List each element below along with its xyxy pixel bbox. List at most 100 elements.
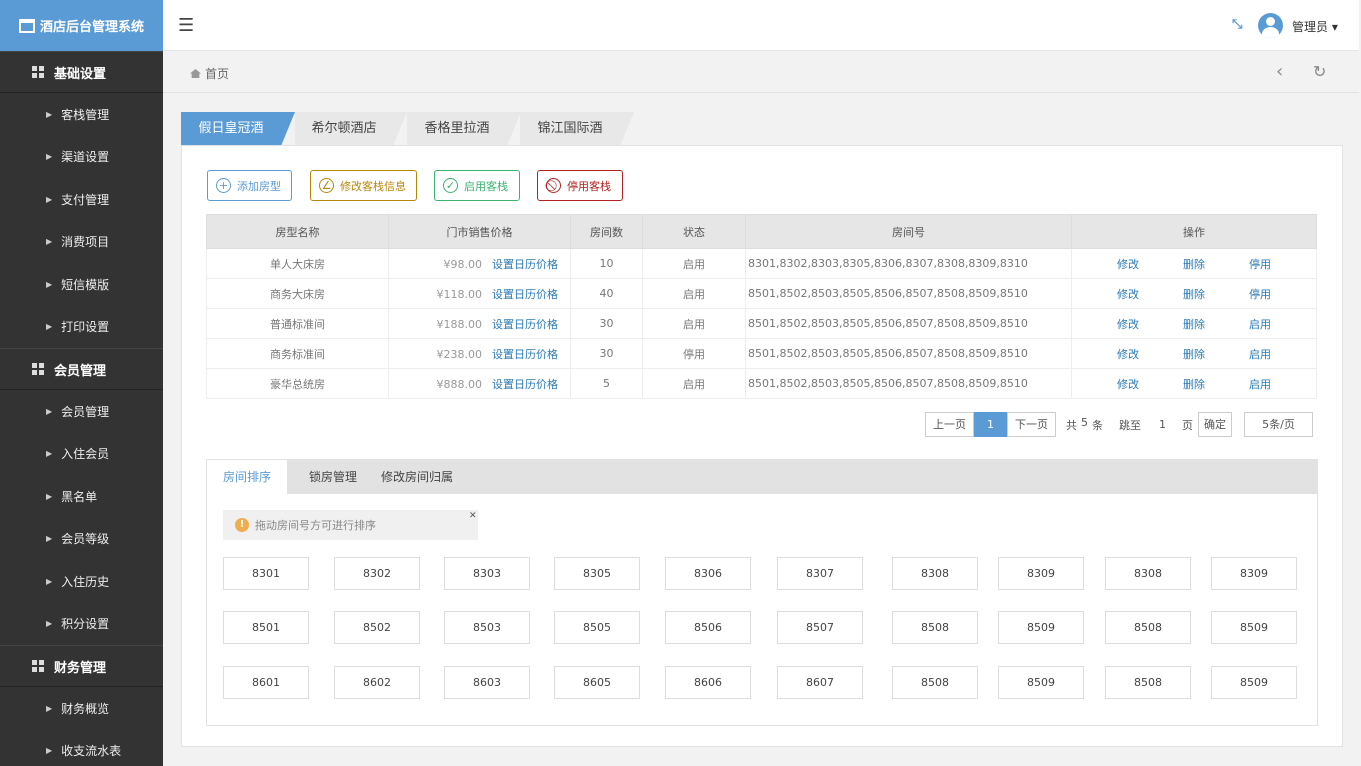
sidebar-item[interactable]: ▶ 渠道设置 bbox=[0, 136, 163, 179]
room-cell[interactable]: 8509 bbox=[1211, 611, 1297, 644]
row-action-link[interactable]: 修改 bbox=[1117, 318, 1139, 331]
row-action-link[interactable]: 停用 bbox=[1249, 288, 1271, 301]
avatar[interactable] bbox=[1258, 13, 1283, 38]
room-cell[interactable]: 8508 bbox=[892, 666, 978, 699]
row-action-link[interactable]: 修改 bbox=[1117, 378, 1139, 391]
row-action-link[interactable]: 修改 bbox=[1117, 288, 1139, 301]
caret-right-icon: ▶ bbox=[46, 746, 53, 756]
room-cell[interactable]: 8505 bbox=[554, 611, 640, 644]
room-cell[interactable]: 8606 bbox=[665, 666, 751, 699]
row-action-link[interactable]: 删除 bbox=[1183, 378, 1205, 391]
tab-hotel[interactable]: 锦江国际酒店 bbox=[520, 112, 634, 170]
sidebar-item[interactable]: ▶ 客栈管理 bbox=[0, 93, 163, 136]
fullscreen-icon[interactable]: ⤡ bbox=[1232, 17, 1242, 32]
room-cell[interactable]: 8607 bbox=[777, 666, 863, 699]
room-cell[interactable]: 8605 bbox=[554, 666, 640, 699]
sidebar-item[interactable]: ▶ 会员管理 bbox=[0, 390, 163, 433]
room-cell[interactable]: 8508 bbox=[1105, 611, 1191, 644]
room-cell[interactable]: 8508 bbox=[892, 611, 978, 644]
sidebar-section[interactable]: 财务管理 bbox=[0, 645, 163, 687]
tab-hotel[interactable]: 假日皇冠酒店 bbox=[181, 112, 295, 170]
room-cell[interactable]: 8301 bbox=[223, 557, 309, 590]
breadcrumb[interactable]: 首页 bbox=[190, 65, 229, 82]
action-button[interactable]: ∠ 修改客栈信息 bbox=[310, 170, 417, 201]
tab-hotel[interactable]: 希尔顿酒店 bbox=[295, 112, 407, 146]
sidebar-item[interactable]: ▶ 会员等级 bbox=[0, 518, 163, 561]
room-cell[interactable]: 8509 bbox=[998, 666, 1084, 699]
sidebar-section[interactable]: 基础设置 bbox=[0, 51, 163, 93]
back-icon[interactable]: ‹ bbox=[1276, 61, 1283, 82]
room-cell[interactable]: 8602 bbox=[334, 666, 420, 699]
sidebar-item[interactable]: ▶ 积分设置 bbox=[0, 603, 163, 646]
room-cell[interactable]: 8601 bbox=[223, 666, 309, 699]
room-cell[interactable]: 8308 bbox=[1105, 557, 1191, 590]
operations-cell: 修改 删除 停用 bbox=[1071, 278, 1317, 309]
room-cell[interactable]: 8507 bbox=[777, 611, 863, 644]
row-action-link[interactable]: 删除 bbox=[1183, 258, 1205, 271]
tab-room-tool[interactable]: 修改房间归属 bbox=[365, 460, 469, 494]
room-cell[interactable]: 8506 bbox=[665, 611, 751, 644]
room-numbers: 8501,8502,8503,8505,8506,8507,8508,8509,… bbox=[745, 338, 1072, 369]
row-action-link[interactable]: 删除 bbox=[1183, 348, 1205, 361]
room-cell[interactable]: 8306 bbox=[665, 557, 751, 590]
room-cell[interactable]: 8509 bbox=[1211, 666, 1297, 699]
action-button-label: 启用客栈 bbox=[464, 179, 508, 193]
sidebar-section[interactable]: 会员管理 bbox=[0, 348, 163, 390]
row-action-link[interactable]: 停用 bbox=[1249, 258, 1271, 271]
sidebar-item[interactable]: ▶ 打印设置 bbox=[0, 306, 163, 349]
set-calendar-price-link[interactable]: 设置日历价格 bbox=[492, 258, 558, 271]
room-cell[interactable]: 8509 bbox=[998, 611, 1084, 644]
jump-page-input[interactable]: 1 bbox=[1159, 418, 1166, 431]
sidebar-item[interactable]: ▶ 黑名单 bbox=[0, 475, 163, 518]
user-menu[interactable]: 管理员 ▾ bbox=[1292, 18, 1338, 35]
confirm-jump-button[interactable]: 确定 bbox=[1198, 412, 1232, 437]
sidebar-item[interactable]: ▶ 财务概览 bbox=[0, 687, 163, 730]
room-cell[interactable]: 8302 bbox=[334, 557, 420, 590]
tab-hotel[interactable]: 香格里拉酒店 bbox=[407, 112, 521, 170]
page-size-select[interactable]: 5条/页 bbox=[1244, 412, 1313, 437]
room-cell[interactable]: 8501 bbox=[223, 611, 309, 644]
sidebar-item[interactable]: ▶ 短信模版 bbox=[0, 263, 163, 306]
action-button[interactable]: ⃠ 停用客栈 bbox=[537, 170, 623, 201]
room-cell[interactable]: 8502 bbox=[334, 611, 420, 644]
action-button[interactable]: + 添加房型 bbox=[207, 170, 292, 201]
row-action-link[interactable]: 删除 bbox=[1183, 288, 1205, 301]
room-cell[interactable]: 8308 bbox=[892, 557, 978, 590]
close-icon[interactable]: ✕ bbox=[469, 511, 477, 521]
sidebar-item[interactable]: ▶ 支付管理 bbox=[0, 178, 163, 221]
sidebar-item[interactable]: ▶ 入住会员 bbox=[0, 433, 163, 476]
room-cell[interactable]: 8508 bbox=[1105, 666, 1191, 699]
row-action-link[interactable]: 删除 bbox=[1183, 318, 1205, 331]
sidebar-item[interactable]: ▶ 消费项目 bbox=[0, 221, 163, 264]
room-cell[interactable]: 8309 bbox=[998, 557, 1084, 590]
sidebar-item[interactable]: ▶ 入住历史 bbox=[0, 560, 163, 603]
tab-room-tool[interactable]: 锁房管理 bbox=[293, 460, 373, 494]
set-calendar-price-link[interactable]: 设置日历价格 bbox=[492, 378, 558, 391]
set-calendar-price-link[interactable]: 设置日历价格 bbox=[492, 348, 558, 361]
room-cell[interactable]: 8503 bbox=[444, 611, 530, 644]
row-action-link[interactable]: 修改 bbox=[1117, 348, 1139, 361]
row-action-link[interactable]: 修改 bbox=[1117, 258, 1139, 271]
sidebar-item-label: 收支流水表 bbox=[61, 744, 122, 759]
prev-page-button[interactable]: 上一页 bbox=[925, 412, 974, 437]
app-logo[interactable]: 酒店后台管理系统 bbox=[0, 0, 163, 51]
row-action-link[interactable]: 启用 bbox=[1249, 378, 1271, 391]
table-header-row: 房型名称 门市销售价格 房间数 状态 房间号 操作 bbox=[206, 214, 1317, 249]
sidebar-item[interactable]: ▶ 收支流水表 bbox=[0, 730, 163, 766]
menu-toggle-icon[interactable]: ☰ bbox=[178, 15, 194, 36]
room-cell[interactable]: 8307 bbox=[777, 557, 863, 590]
set-calendar-price-link[interactable]: 设置日历价格 bbox=[492, 318, 558, 331]
action-button[interactable]: ✓ 启用客栈 bbox=[434, 170, 520, 201]
room-cell[interactable]: 8309 bbox=[1211, 557, 1297, 590]
tab-room-tool[interactable]: 房间排序 bbox=[207, 460, 288, 494]
room-cell[interactable]: 8305 bbox=[554, 557, 640, 590]
row-action-link[interactable]: 启用 bbox=[1249, 318, 1271, 331]
page-1-button[interactable]: 1 bbox=[974, 412, 1007, 437]
row-action-link[interactable]: 启用 bbox=[1249, 348, 1271, 361]
price-value: ¥888.00 bbox=[436, 377, 483, 391]
room-cell[interactable]: 8603 bbox=[444, 666, 530, 699]
room-cell[interactable]: 8303 bbox=[444, 557, 530, 590]
set-calendar-price-link[interactable]: 设置日历价格 bbox=[492, 288, 558, 301]
refresh-icon[interactable]: ↻ bbox=[1313, 62, 1326, 81]
next-page-button[interactable]: 下一页 bbox=[1007, 412, 1056, 437]
